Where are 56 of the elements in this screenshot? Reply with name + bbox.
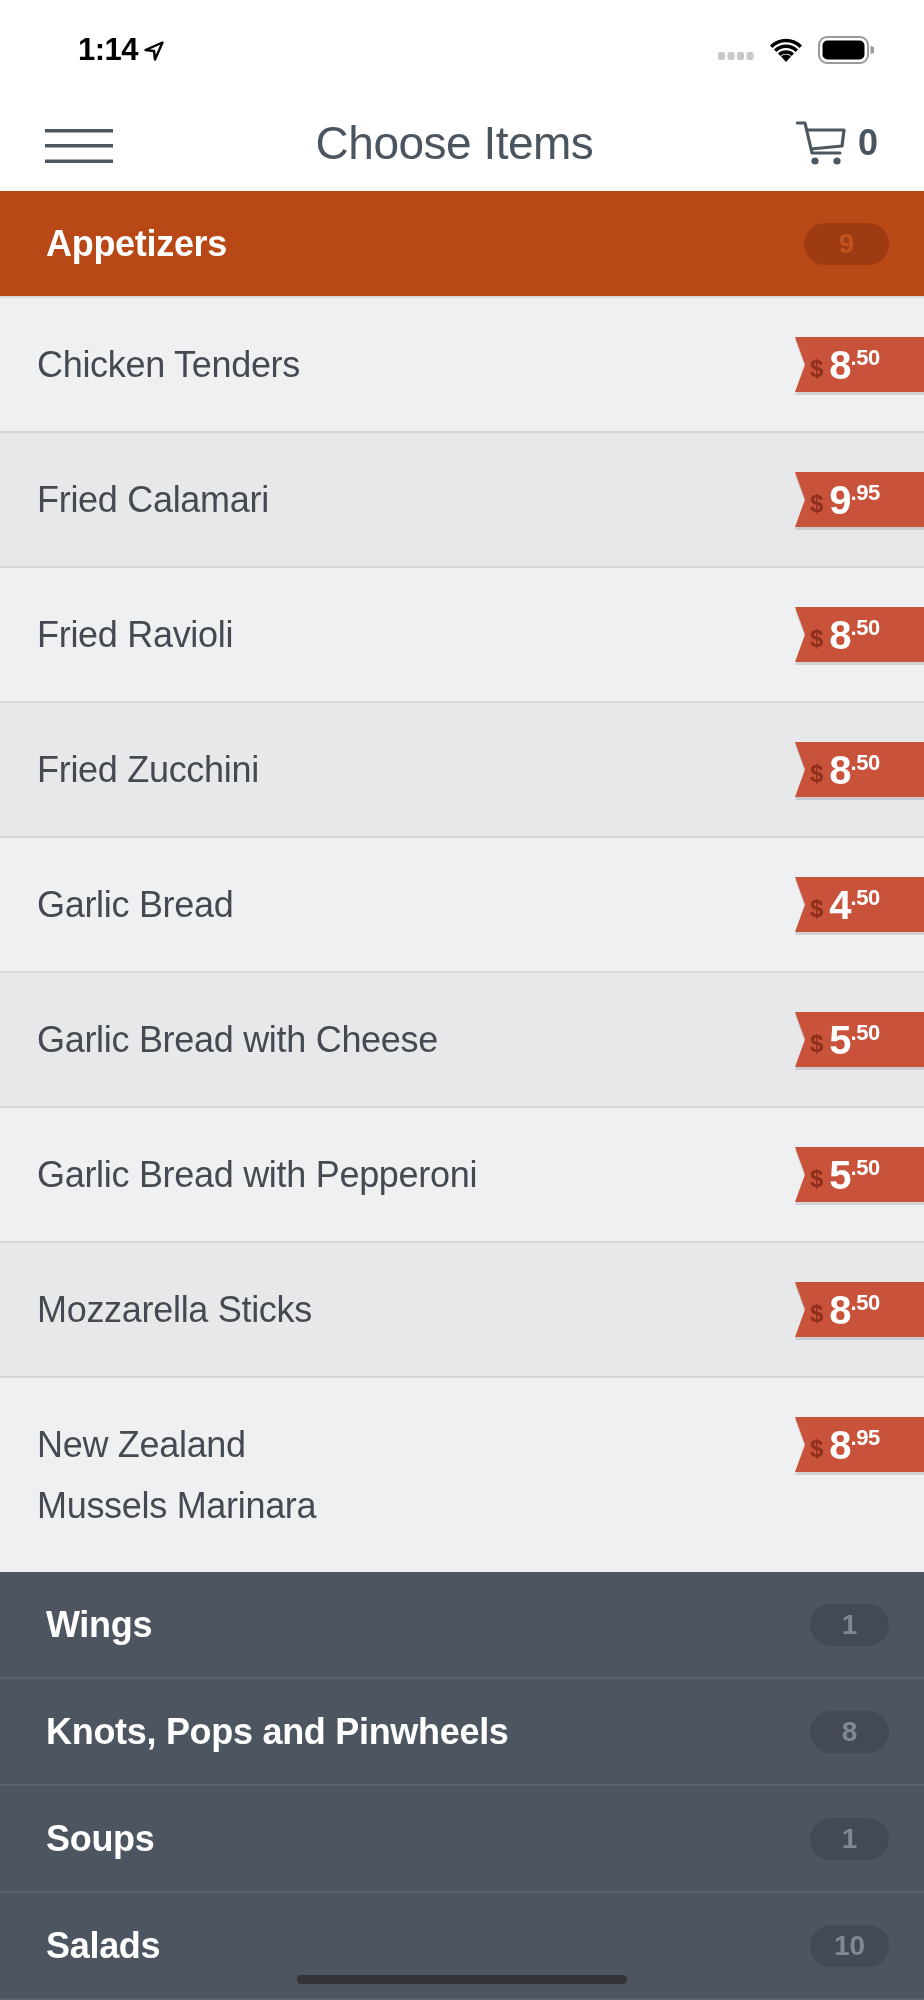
item-name: Fried Calamari bbox=[37, 478, 269, 522]
page-title: Choose Items bbox=[315, 116, 594, 171]
menu-item-row[interactable]: Garlic Bread with Cheese $5$^{.50}$ bbox=[0, 973, 924, 1108]
cellular-signal-icon bbox=[718, 51, 754, 60]
category-name: Wings bbox=[46, 1603, 153, 1646]
item-count-badge: 8 bbox=[810, 1710, 889, 1753]
price-amount: 8$^{.50}$ bbox=[829, 614, 880, 655]
wifi-icon bbox=[769, 37, 803, 62]
item-name: Fried Ravioli bbox=[37, 613, 234, 657]
cart-count: 0 bbox=[857, 122, 878, 165]
currency-symbol: $ bbox=[810, 1434, 824, 1463]
item-count-badge: 10 bbox=[810, 1924, 889, 1967]
category-name: Salads bbox=[46, 1924, 161, 1967]
menu-item-row[interactable]: Fried Zucchini $8$^{.50}$ bbox=[0, 703, 924, 838]
category-name: Soups bbox=[46, 1817, 155, 1860]
battery-icon bbox=[818, 35, 874, 64]
item-name: Garlic Bread with Cheese bbox=[37, 1018, 438, 1062]
price-amount: 9$^{.95}$ bbox=[829, 479, 880, 520]
menu-item-row[interactable]: Mozzarella Sticks $8$^{.50}$ bbox=[0, 1243, 924, 1378]
location-arrow-icon bbox=[144, 40, 165, 61]
currency-symbol: $ bbox=[810, 1299, 824, 1328]
currency-symbol: $ bbox=[810, 624, 824, 653]
price-amount: 5$^{.50}$ bbox=[829, 1154, 880, 1195]
menu-item-row[interactable]: Fried Ravioli $8$^{.50}$ bbox=[0, 568, 924, 703]
currency-symbol: $ bbox=[810, 1164, 824, 1193]
menu-item-row[interactable]: Fried Calamari $9$^{.95}$ bbox=[0, 433, 924, 568]
item-name: Chicken Tenders bbox=[37, 343, 300, 387]
price-amount: 8$^{.50}$ bbox=[829, 344, 880, 385]
cart-icon bbox=[795, 120, 846, 167]
category-name: Appetizers bbox=[46, 222, 228, 265]
status-time: 1:14 bbox=[78, 31, 139, 68]
item-name: New Zealand Mussels Marinara bbox=[37, 1423, 317, 1528]
menu-item-row[interactable]: New Zealand Mussels Marinara $8$^{.95}$ bbox=[0, 1378, 924, 1572]
item-name: Garlic Bread with Pepperoni bbox=[37, 1153, 478, 1197]
menu-button[interactable] bbox=[45, 129, 113, 164]
currency-symbol: $ bbox=[810, 1029, 824, 1058]
currency-symbol: $ bbox=[810, 759, 824, 788]
price-amount: 4$^{.50}$ bbox=[829, 884, 880, 925]
item-name: Fried Zucchini bbox=[37, 748, 259, 792]
item-name: Mozzarella Sticks bbox=[37, 1288, 312, 1332]
category-name: Knots, Pops and Pinwheels bbox=[46, 1710, 509, 1753]
menu-item-row[interactable]: Garlic Bread $4$^{.50}$ bbox=[0, 838, 924, 973]
menu-item-row[interactable]: Garlic Bread with Pepperoni $5$^{.50}$ bbox=[0, 1108, 924, 1243]
menu-item-row[interactable]: Chicken Tenders $8$^{.50}$ bbox=[0, 298, 924, 433]
currency-symbol: $ bbox=[810, 354, 824, 383]
menu-icon bbox=[45, 129, 113, 164]
price-amount: 8$^{.95}$ bbox=[829, 1424, 880, 1465]
price-amount: 8$^{.50}$ bbox=[829, 749, 880, 790]
currency-symbol: $ bbox=[810, 489, 824, 518]
item-count-badge: 1 bbox=[810, 1603, 889, 1646]
cart-button[interactable]: 0 bbox=[795, 120, 878, 167]
price-amount: 8$^{.50}$ bbox=[829, 1289, 880, 1330]
item-name: Garlic Bread bbox=[37, 883, 234, 927]
item-count-badge: 1 bbox=[810, 1817, 889, 1860]
currency-symbol: $ bbox=[810, 894, 824, 923]
price-amount: 5$^{.50}$ bbox=[829, 1019, 880, 1060]
